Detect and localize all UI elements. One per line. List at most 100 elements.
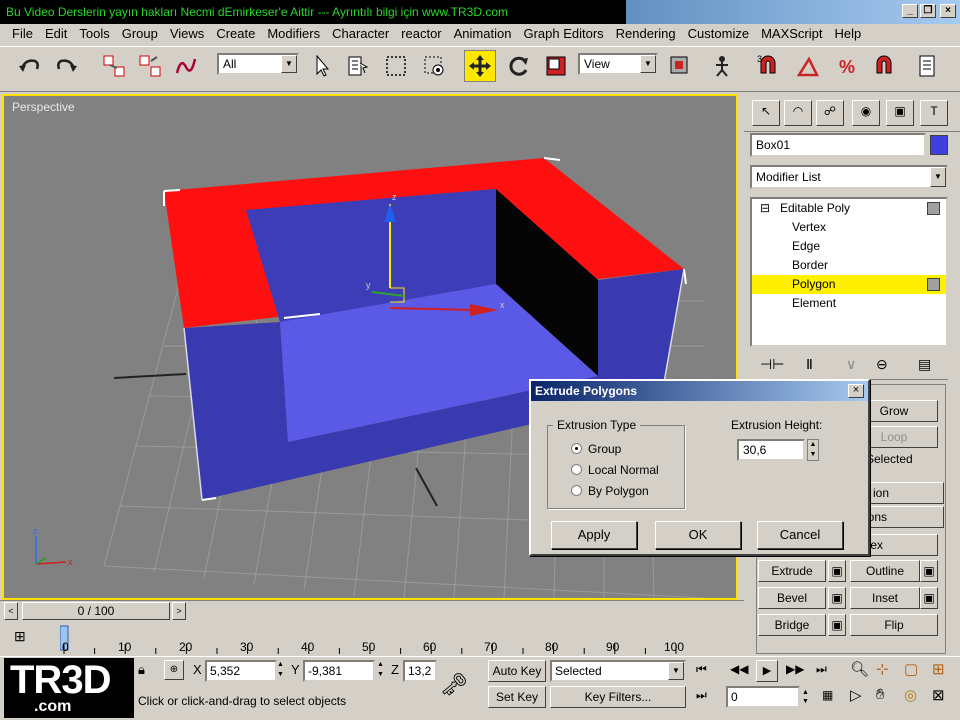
key-filters-button[interactable]: Key Filters... bbox=[550, 686, 686, 708]
remove-modifier-icon[interactable]: ⊖ bbox=[876, 356, 888, 373]
unlink-icon[interactable] bbox=[134, 50, 166, 82]
select-and-rotate-icon[interactable] bbox=[502, 50, 534, 82]
select-and-manipulate-icon[interactable] bbox=[706, 50, 738, 82]
go-to-start-icon[interactable]: ⏮ bbox=[696, 662, 707, 677]
object-color-swatch[interactable] bbox=[930, 135, 948, 155]
cancel-button[interactable]: Cancel bbox=[757, 521, 843, 549]
time-configuration-icon[interactable]: ▦ bbox=[822, 688, 833, 702]
extrusion-height-input[interactable]: 30,6 bbox=[737, 439, 805, 461]
snaps-toggle-icon[interactable]: 3 bbox=[752, 50, 784, 82]
ok-button[interactable]: OK bbox=[655, 521, 741, 549]
zoom-icon[interactable]: 🔍︎ bbox=[850, 660, 869, 678]
radio-by-polygon[interactable]: By Polygon bbox=[571, 484, 649, 498]
play-icon[interactable]: ▶ bbox=[756, 660, 778, 682]
extrude-settings-icon[interactable]: ▣ bbox=[828, 560, 846, 582]
menu-group[interactable]: Group bbox=[116, 24, 164, 44]
bevel-settings-icon[interactable]: ▣ bbox=[828, 587, 846, 609]
current-frame-spinner[interactable]: ▲ ▼ bbox=[802, 688, 809, 706]
menu-graph-editors[interactable]: Graph Editors bbox=[517, 24, 609, 44]
previous-frame-icon[interactable]: < bbox=[4, 602, 18, 620]
rectangular-selection-icon[interactable] bbox=[380, 50, 412, 82]
next-frame-icon[interactable]: > bbox=[172, 602, 186, 620]
arc-rotate-icon[interactable]: ◎ bbox=[904, 686, 917, 704]
select-by-name-icon[interactable] bbox=[342, 50, 374, 82]
selection-filter-dropdown[interactable]: All ▼ bbox=[217, 53, 299, 75]
x-spinner[interactable]: ▲ ▼ bbox=[277, 660, 287, 682]
named-selection-sets-icon[interactable] bbox=[912, 50, 944, 82]
reference-coordinate-dropdown[interactable]: View ▼ bbox=[578, 53, 658, 75]
maximize-viewport-icon[interactable]: ⊠ bbox=[932, 686, 945, 704]
stack-item-editable-poly[interactable]: ⊟ Editable Poly bbox=[752, 199, 946, 218]
radio-by-polygon-indicator[interactable] bbox=[571, 485, 582, 496]
menu-animation[interactable]: Animation bbox=[448, 24, 518, 44]
close-button[interactable]: × bbox=[940, 4, 956, 18]
auto-key-button[interactable]: Auto Key bbox=[488, 660, 546, 682]
extrusion-height-spinner[interactable]: ▲ ▼ bbox=[807, 439, 819, 461]
make-unique-icon[interactable]: ∨ bbox=[846, 356, 856, 373]
menu-views[interactable]: Views bbox=[164, 24, 210, 44]
go-to-end-icon[interactable]: ⏭ bbox=[816, 662, 827, 677]
current-frame-field[interactable]: 0 bbox=[726, 686, 800, 708]
use-pivot-center-icon[interactable] bbox=[664, 50, 696, 82]
percent-snap-icon[interactable]: % bbox=[832, 50, 864, 82]
select-object-icon[interactable] bbox=[306, 50, 338, 82]
create-tab-icon[interactable]: ↖ bbox=[752, 100, 780, 126]
bind-space-warp-icon[interactable] bbox=[170, 50, 202, 82]
menu-create[interactable]: Create bbox=[210, 24, 261, 44]
stack-toggle-icon[interactable] bbox=[927, 202, 940, 215]
menu-customize[interactable]: Customize bbox=[682, 24, 755, 44]
angle-snap-icon[interactable] bbox=[792, 50, 824, 82]
track-bar-mini-curve-icon[interactable]: ⊞ bbox=[14, 628, 26, 645]
bridge-button[interactable]: Bridge bbox=[758, 614, 826, 636]
menu-modifiers[interactable]: Modifiers bbox=[261, 24, 326, 44]
collapse-icon[interactable]: ⊟ bbox=[760, 199, 770, 218]
inset-settings-icon[interactable]: ▣ bbox=[920, 587, 938, 609]
y-coordinate-field[interactable]: -9,381 bbox=[303, 660, 375, 682]
y-spinner[interactable]: ▲ ▼ bbox=[377, 660, 387, 682]
redo-icon[interactable] bbox=[50, 50, 82, 82]
spinner-snap-icon[interactable] bbox=[868, 50, 900, 82]
utilities-tab-icon[interactable]: T bbox=[920, 100, 948, 126]
radio-local-normal[interactable]: Local Normal bbox=[571, 463, 659, 477]
zoom-all-icon[interactable]: ⊹ bbox=[876, 660, 889, 678]
restore-button[interactable]: ❐ bbox=[920, 4, 936, 18]
menu-help[interactable]: Help bbox=[828, 24, 867, 44]
outline-settings-icon[interactable]: ▣ bbox=[920, 560, 938, 582]
motion-tab-icon[interactable]: ◉ bbox=[852, 100, 880, 126]
stack-item-border[interactable]: Border bbox=[752, 256, 946, 275]
time-slider-thumb[interactable]: 0 / 100 bbox=[22, 602, 170, 620]
track-bar[interactable] bbox=[59, 624, 744, 654]
pan-icon[interactable]: ✋︎ bbox=[876, 686, 885, 703]
set-key-button[interactable]: Set Key bbox=[488, 686, 546, 708]
key-icon[interactable]: 🗝︎ bbox=[440, 672, 468, 698]
menu-rendering[interactable]: Rendering bbox=[610, 24, 682, 44]
undo-icon[interactable] bbox=[14, 50, 46, 82]
field-of-view-icon[interactable]: ▷ bbox=[850, 686, 862, 704]
inset-button[interactable]: Inset bbox=[850, 587, 920, 609]
x-coordinate-field[interactable]: 5,352 bbox=[205, 660, 277, 682]
configure-modifier-sets-icon[interactable]: ▤ bbox=[918, 356, 931, 373]
dialog-close-icon[interactable]: × bbox=[848, 384, 864, 398]
display-tab-icon[interactable]: ▣ bbox=[886, 100, 914, 126]
show-end-result-icon[interactable]: Ⅱ bbox=[806, 356, 813, 373]
menu-reactor[interactable]: reactor bbox=[395, 24, 447, 44]
menu-character[interactable]: Character bbox=[326, 24, 395, 44]
hierarchy-tab-icon[interactable]: ☍ bbox=[816, 100, 844, 126]
flip-button[interactable]: Flip bbox=[850, 614, 938, 636]
radio-group-indicator[interactable] bbox=[571, 443, 582, 454]
next-frame-button-icon[interactable]: ▶▶ bbox=[786, 662, 804, 676]
stack-item-element[interactable]: Element bbox=[752, 294, 946, 313]
zoom-extents-icon[interactable]: ▢ bbox=[904, 660, 918, 678]
pin-stack-icon[interactable]: ⊣⊢ bbox=[760, 356, 784, 373]
absolute-mode-icon[interactable]: ⊕ bbox=[164, 660, 184, 680]
window-crossing-icon[interactable] bbox=[418, 50, 450, 82]
stack-item-edge[interactable]: Edge bbox=[752, 237, 946, 256]
z-coordinate-field[interactable]: 13,2 bbox=[403, 660, 437, 682]
minimize-button[interactable]: _ bbox=[902, 4, 918, 18]
key-mode-dropdown[interactable]: Selected ▼ bbox=[550, 660, 686, 682]
stack-item-polygon[interactable]: Polygon bbox=[752, 275, 946, 294]
bevel-button[interactable]: Bevel bbox=[758, 587, 826, 609]
zoom-extents-all-icon[interactable]: ⊞ bbox=[932, 660, 945, 678]
bridge-settings-icon[interactable]: ▣ bbox=[828, 614, 846, 636]
menu-edit[interactable]: Edit bbox=[39, 24, 73, 44]
